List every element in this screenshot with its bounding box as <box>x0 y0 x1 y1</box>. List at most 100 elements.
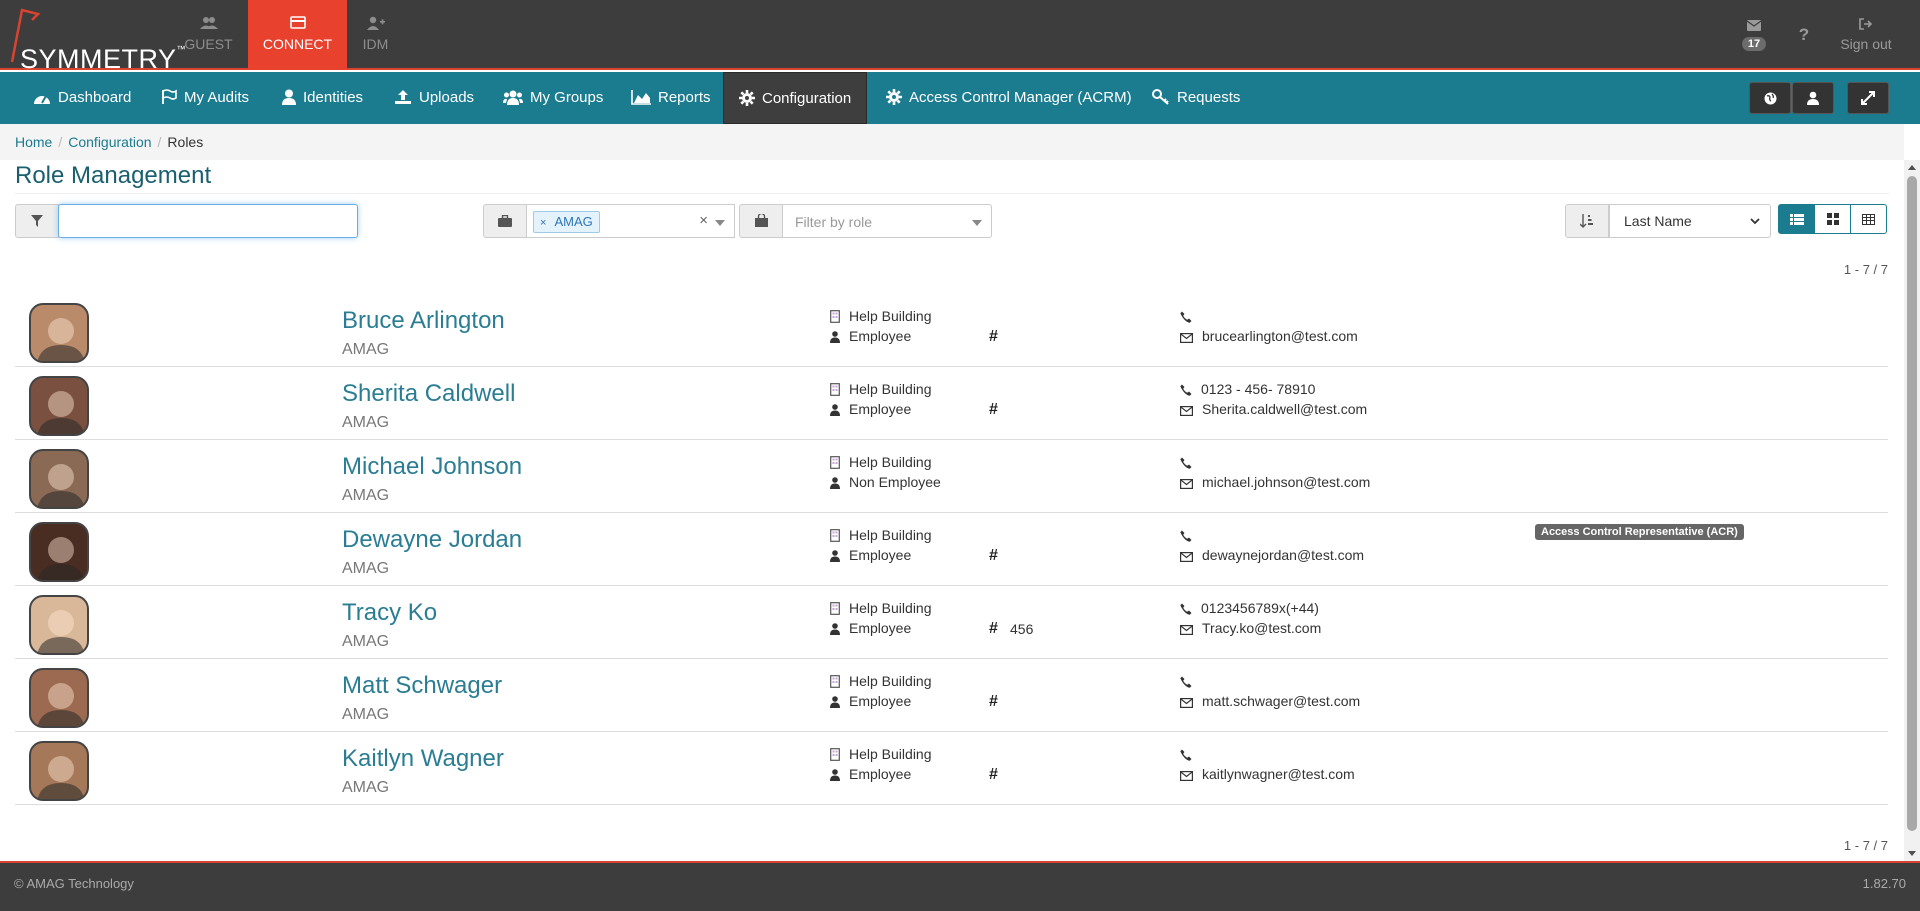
person-row[interactable]: Kaitlyn Wagner AMAG Help Building Employee #… <box>15 732 1888 805</box>
person-name-link[interactable]: Kaitlyn Wagner <box>342 745 504 773</box>
app-tab-idm[interactable]: IDM <box>326 0 425 70</box>
nav-my-groups[interactable]: My Groups <box>503 72 603 124</box>
person-row[interactable]: Bruce Arlington AMAG Help Building Employee… <box>15 294 1888 367</box>
avatar[interactable] <box>29 303 89 363</box>
nav-dashboard[interactable]: Dashboard <box>33 72 131 124</box>
person-row[interactable]: Dewayne Jordan AMAG Help Building Employee #… <box>15 513 1888 586</box>
breadcrumb-current: Roles <box>167 134 204 150</box>
person-organization: AMAG <box>342 779 390 796</box>
nav-requests[interactable]: Requests <box>1152 72 1240 124</box>
location-text: Help Building <box>849 600 932 616</box>
location-text: Help Building <box>849 527 932 543</box>
sign-out-icon <box>1832 17 1900 33</box>
phone-icon <box>1180 746 1201 762</box>
envelope-icon <box>1180 474 1202 490</box>
search-input[interactable] <box>58 204 358 238</box>
person-row[interactable]: Tracy Ko AMAG Help Building Employee #456 012… <box>15 586 1888 659</box>
nav-reports[interactable]: Reports <box>631 72 711 124</box>
building-icon <box>830 600 849 616</box>
avatar[interactable] <box>29 668 89 728</box>
hash-icon: # <box>989 547 998 564</box>
filter-addon <box>15 204 59 238</box>
person-email: Tracy.ko@test.com <box>1180 620 1321 636</box>
sign-out-button[interactable]: Sign out <box>1832 0 1900 70</box>
clear-selection-icon[interactable]: × <box>699 212 708 229</box>
flag-icon <box>162 89 177 104</box>
person-organization: AMAG <box>342 706 390 723</box>
nav-label: Identities <box>303 89 364 106</box>
sort-select[interactable]: Last Name <box>1609 204 1771 238</box>
organization-select[interactable]: × AMAG × <box>527 204 735 238</box>
phone-icon <box>1180 454 1201 470</box>
type-text: Employee <box>849 547 912 563</box>
person-row[interactable]: Matt Schwager AMAG Help Building Employee # m… <box>15 659 1888 732</box>
breadcrumb-separator: / <box>157 134 162 150</box>
avatar[interactable] <box>29 595 89 655</box>
user-profile-button[interactable] <box>1792 82 1834 114</box>
nav-my-audits[interactable]: My Audits <box>161 72 249 124</box>
table-view-button[interactable] <box>1850 204 1887 234</box>
messages-button[interactable]: 17 <box>1736 0 1772 70</box>
title-divider <box>15 193 1889 194</box>
list-view-button[interactable] <box>1778 204 1815 234</box>
nav-uploads[interactable]: Uploads <box>394 72 474 124</box>
person-email: dewaynejordan@test.com <box>1180 547 1364 563</box>
scroll-thumb[interactable] <box>1907 176 1917 831</box>
role-placeholder: Filter by role <box>795 214 873 230</box>
person-type: Employee <box>830 766 911 782</box>
building-icon <box>830 746 849 762</box>
grid-view-button[interactable] <box>1814 204 1851 234</box>
type-text: Employee <box>849 328 912 344</box>
location-text: Help Building <box>849 381 932 397</box>
scrollbar[interactable] <box>1904 160 1920 861</box>
person-location: Help Building <box>830 746 932 762</box>
help-button[interactable]: ? <box>1792 0 1816 70</box>
gear-icon <box>739 90 755 106</box>
avatar[interactable] <box>29 376 89 436</box>
question-icon: ? <box>1798 25 1810 44</box>
person-organization: AMAG <box>342 414 390 431</box>
person-type: Employee <box>830 401 911 417</box>
avatar[interactable] <box>29 741 89 801</box>
email-text: brucearlington@test.com <box>1202 328 1358 344</box>
person-name-link[interactable]: Michael Johnson <box>342 453 522 481</box>
role-select[interactable]: Filter by role <box>783 204 992 238</box>
fullscreen-button[interactable] <box>1847 82 1889 114</box>
person-name-link[interactable]: Bruce Arlington <box>342 307 505 335</box>
location-text: Help Building <box>849 746 932 762</box>
chevron-down-icon <box>715 220 725 226</box>
language-button[interactable] <box>1749 82 1791 114</box>
scroll-up-arrow[interactable] <box>1908 165 1916 170</box>
type-text: Employee <box>849 620 912 636</box>
organization-tag[interactable]: × AMAG <box>533 211 600 233</box>
nav-acrm[interactable]: Access Control Manager (ACRM) <box>886 72 1132 124</box>
symmetry-logo[interactable]: SYMMETRY™ <box>8 6 186 74</box>
hash-icon: # <box>989 328 998 345</box>
breadcrumb-configuration[interactable]: Configuration <box>68 134 151 150</box>
person-row[interactable]: Michael Johnson AMAG Help Building Non Empl… <box>15 440 1888 513</box>
envelope-icon <box>1180 766 1202 782</box>
person-name-link[interactable]: Sherita Caldwell <box>342 380 515 408</box>
result-count-bottom: 1 - 7 / 7 <box>1843 838 1888 853</box>
person-name-link[interactable]: Matt Schwager <box>342 672 502 700</box>
nav-configuration[interactable]: Configuration <box>723 72 867 124</box>
gear-icon <box>886 89 902 105</box>
group-icon <box>503 90 523 105</box>
person-phone: 0123 - 456- 78910 <box>1180 381 1315 397</box>
sort-addon <box>1565 204 1609 238</box>
person-name-link[interactable]: Tracy Ko <box>342 599 437 627</box>
nav-identities[interactable]: Identities <box>282 72 363 124</box>
scroll-down-arrow[interactable] <box>1908 851 1916 856</box>
tag-remove-icon[interactable]: × <box>540 217 546 229</box>
app-tab-guest[interactable]: GUEST <box>159 0 258 70</box>
breadcrumb-home[interactable]: Home <box>15 134 52 150</box>
avatar[interactable] <box>29 449 89 509</box>
person-name-link[interactable]: Dewayne Jordan <box>342 526 522 554</box>
person-row[interactable]: Sherita Caldwell AMAG Help Building Employe… <box>15 367 1888 440</box>
person-email: kaitlynwagner@test.com <box>1180 766 1355 782</box>
nav-label: My Audits <box>184 89 250 106</box>
users-icon <box>159 16 258 34</box>
user-icon <box>830 401 849 417</box>
avatar[interactable] <box>29 522 89 582</box>
person-type: Non Employee <box>830 474 941 490</box>
